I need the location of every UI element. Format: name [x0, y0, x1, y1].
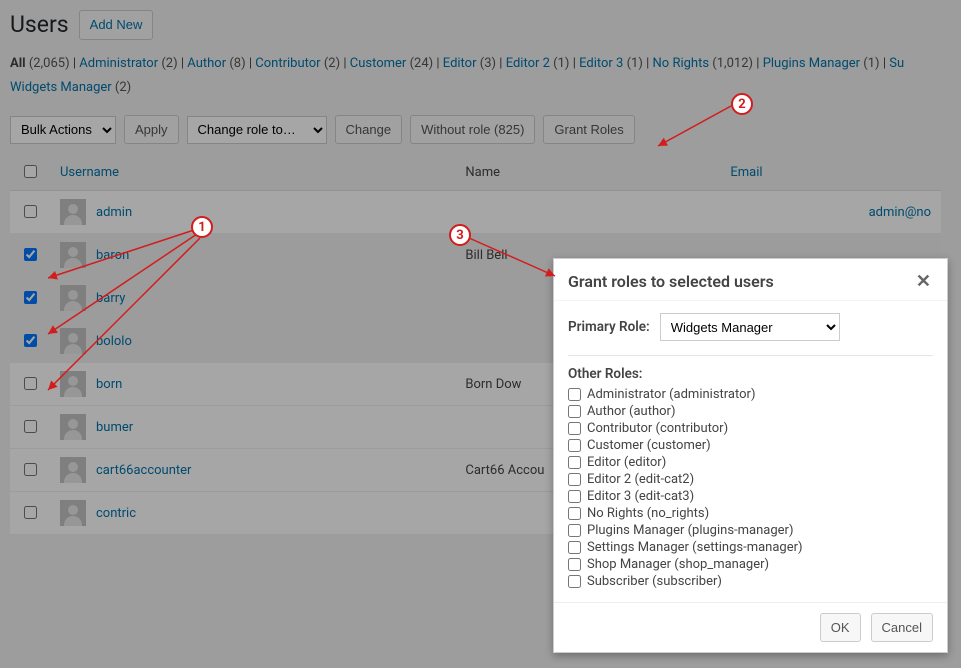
grant-roles-dialog: Grant roles to selected users ✕ Primary … — [553, 258, 948, 653]
role-checkbox[interactable] — [568, 524, 581, 537]
role-checkbox[interactable] — [568, 439, 581, 452]
role-label: Plugins Manager (plugins-manager) — [587, 523, 793, 538]
role-label: Contributor (contributor) — [587, 421, 728, 436]
role-label: Subscriber (subscriber) — [587, 574, 722, 589]
role-option[interactable]: Author (author) — [568, 403, 933, 420]
role-label: Editor 2 (edit-cat2) — [587, 472, 694, 487]
role-label: Shop Manager (shop_manager) — [587, 557, 769, 572]
role-option[interactable]: Customer (customer) — [568, 437, 933, 454]
role-option[interactable]: Subscriber (subscriber) — [568, 573, 933, 590]
primary-role-select[interactable]: Widgets Manager — [660, 313, 840, 341]
role-option[interactable]: Plugins Manager (plugins-manager) — [568, 522, 933, 539]
role-option[interactable]: Editor (editor) — [568, 454, 933, 471]
role-checkbox[interactable] — [568, 507, 581, 520]
role-checkbox[interactable] — [568, 422, 581, 435]
role-option[interactable]: Editor 3 (edit-cat3) — [568, 488, 933, 505]
role-checkbox[interactable] — [568, 456, 581, 469]
annotation-1: 1 — [191, 216, 213, 238]
role-option[interactable]: Shop Manager (shop_manager) — [568, 556, 933, 573]
role-checkbox[interactable] — [568, 575, 581, 588]
role-checkbox[interactable] — [568, 541, 581, 554]
role-label: Author (author) — [587, 404, 675, 419]
role-label: Editor 3 (edit-cat3) — [587, 489, 694, 504]
other-roles-label: Other Roles: — [568, 366, 933, 382]
cancel-button[interactable]: Cancel — [871, 613, 933, 643]
annotation-3: 3 — [449, 224, 471, 246]
primary-role-label: Primary Role: — [568, 319, 650, 335]
role-checkbox[interactable] — [568, 490, 581, 503]
role-checkbox[interactable] — [568, 405, 581, 418]
role-label: Administrator (administrator) — [587, 387, 755, 402]
role-option[interactable]: Contributor (contributor) — [568, 420, 933, 437]
role-checkbox[interactable] — [568, 388, 581, 401]
role-label: No Rights (no_rights) — [587, 506, 709, 521]
role-option[interactable]: Administrator (administrator) — [568, 386, 933, 403]
role-label: Editor (editor) — [587, 455, 666, 470]
role-option[interactable]: No Rights (no_rights) — [568, 505, 933, 522]
annotation-2: 2 — [731, 93, 753, 115]
ok-button[interactable]: OK — [820, 613, 861, 643]
role-label: Settings Manager (settings-manager) — [587, 540, 803, 555]
role-label: Customer (customer) — [587, 438, 711, 453]
role-checkbox[interactable] — [568, 558, 581, 571]
role-option[interactable]: Settings Manager (settings-manager) — [568, 539, 933, 556]
dialog-title: Grant roles to selected users — [568, 272, 774, 291]
close-icon[interactable]: ✕ — [916, 271, 931, 292]
role-option[interactable]: Editor 2 (edit-cat2) — [568, 471, 933, 488]
role-checkbox[interactable] — [568, 473, 581, 486]
